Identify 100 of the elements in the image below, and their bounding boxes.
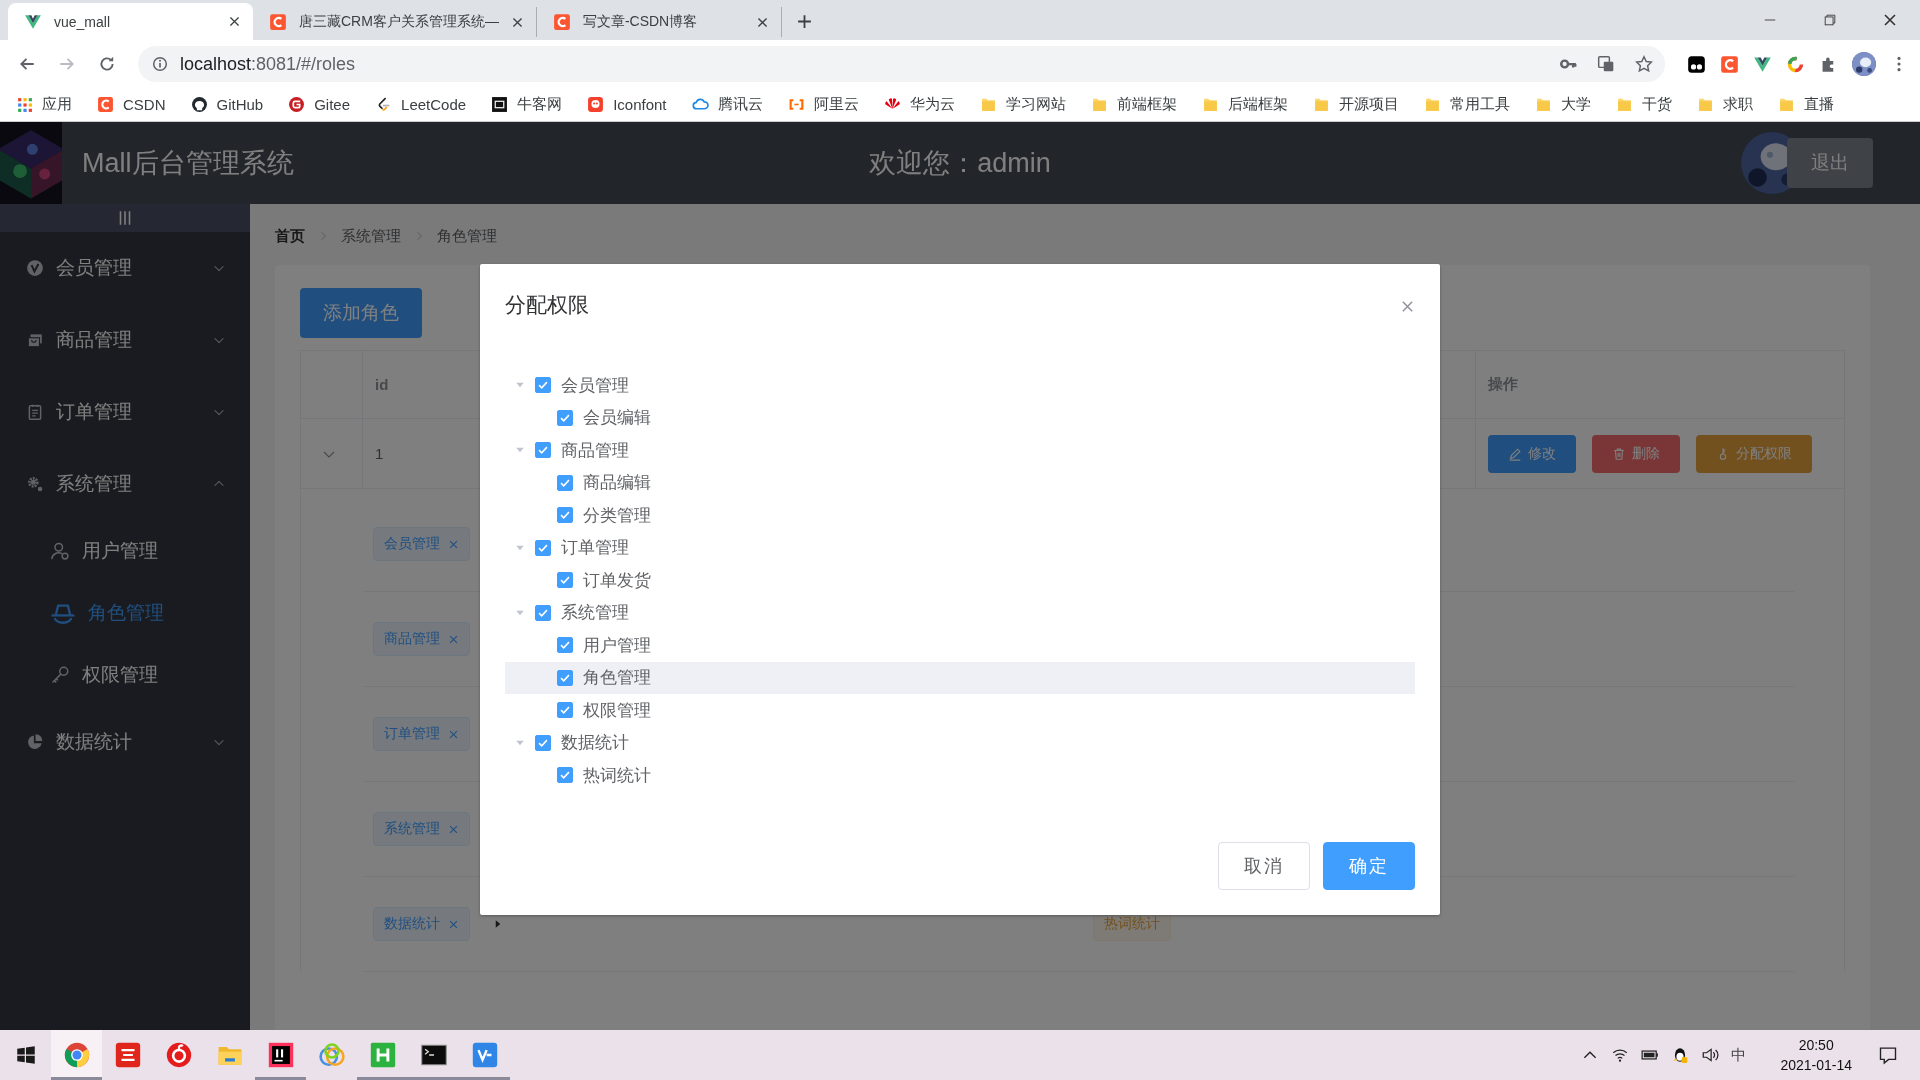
checkbox[interactable] xyxy=(535,734,551,751)
menu-item[interactable]: 系统管理 xyxy=(0,448,250,520)
tree-node[interactable]: 分类管理 xyxy=(505,499,1415,532)
browser-icon xyxy=(63,1042,90,1068)
volume-icon[interactable] xyxy=(1701,1046,1720,1064)
welcome-text: 欢迎您：admin xyxy=(869,147,1051,180)
pencil-icon xyxy=(1508,446,1522,461)
tab-title: 唐三藏CRM客户关系管理系统— xyxy=(299,13,499,31)
checkbox[interactable] xyxy=(557,409,573,426)
bookmark[interactable]: 学习网站 xyxy=(979,95,1066,114)
bookmark[interactable]: Iconfont xyxy=(587,96,667,113)
new-tab-icon[interactable] xyxy=(795,13,813,30)
checkbox[interactable] xyxy=(535,604,551,621)
site-icon xyxy=(787,96,805,113)
bookmark[interactable]: 腾讯云 xyxy=(691,95,763,114)
bookmark[interactable]: 常用工具 xyxy=(1423,95,1510,114)
menu-item[interactable]: 订单管理 xyxy=(0,376,250,448)
bookmark[interactable]: 后端框架 xyxy=(1201,95,1288,114)
folder-icon xyxy=(1201,96,1219,113)
tree-node[interactable]: 热词统计 xyxy=(505,759,1415,792)
breadcrumb-link[interactable]: 首页 xyxy=(275,226,305,246)
bookmark[interactable]: 求职 xyxy=(1696,95,1753,114)
notification-icon[interactable] xyxy=(1878,1045,1898,1065)
tree-node[interactable]: 订单发货 xyxy=(505,564,1415,597)
site-icon xyxy=(97,96,114,113)
bookmark[interactable]: 开源项目 xyxy=(1312,95,1399,114)
bookmark[interactable]: 前端框架 xyxy=(1090,95,1177,114)
bookmark[interactable]: 牛客网 xyxy=(491,95,563,114)
bookmark[interactable]: GitHub xyxy=(190,96,264,113)
music-icon xyxy=(165,1042,192,1068)
tree-node[interactable]: 数据统计 xyxy=(505,726,1415,759)
check-circle-icon xyxy=(26,259,44,277)
ring-icon[interactable] xyxy=(1786,54,1805,74)
checkbox[interactable] xyxy=(557,572,573,589)
clipboard-icon xyxy=(26,403,44,421)
menu-item[interactable]: 会员管理 xyxy=(0,232,250,304)
user-icon xyxy=(50,541,70,561)
bookmark[interactable]: 干货 xyxy=(1615,95,1672,114)
tree-node[interactable]: 系统管理 xyxy=(505,596,1415,629)
bookmark[interactable]: 阿里云 xyxy=(787,95,859,114)
bookmark[interactable]: CSDN xyxy=(97,96,166,113)
extension-icon[interactable] xyxy=(1687,54,1706,74)
close-icon[interactable] xyxy=(228,15,241,28)
checkbox[interactable] xyxy=(557,669,573,686)
bookmark[interactable]: 应用 xyxy=(16,95,72,114)
breadcrumb-item: 角色管理 xyxy=(437,226,497,246)
bookmark[interactable]: 华为云 xyxy=(883,95,955,114)
checkbox[interactable] xyxy=(557,637,573,654)
browser-tab[interactable]: vue_mall xyxy=(8,3,253,40)
checkbox[interactable] xyxy=(535,377,551,394)
folder-icon xyxy=(1312,96,1330,113)
checkbox[interactable] xyxy=(557,702,573,719)
penguin-icon[interactable] xyxy=(1671,1046,1690,1064)
ide-icon xyxy=(267,1042,294,1068)
reload-icon[interactable] xyxy=(98,55,116,73)
dictionary-icon xyxy=(114,1042,141,1068)
star-icon[interactable] xyxy=(1635,55,1653,73)
bookmark[interactable]: 大学 xyxy=(1534,95,1591,114)
tree-node[interactable]: 角色管理 xyxy=(505,661,1415,694)
clock-date[interactable]: 2021-01-14 xyxy=(1780,1055,1852,1075)
folder-icon xyxy=(1423,96,1441,113)
clock-time[interactable]: 20:50 xyxy=(1798,1035,1834,1055)
c-logo-icon[interactable] xyxy=(1720,54,1739,74)
checkbox[interactable] xyxy=(535,539,551,556)
bag-icon xyxy=(26,331,44,349)
close-icon[interactable] xyxy=(510,15,524,29)
menu-item[interactable]: 商品管理 xyxy=(0,304,250,376)
checkbox[interactable] xyxy=(557,474,573,491)
tree-node[interactable]: 订单管理 xyxy=(505,531,1415,564)
bookmark[interactable]: LeetCode xyxy=(375,96,467,113)
editor-icon xyxy=(369,1042,396,1068)
site-icon xyxy=(288,96,306,113)
address-bar[interactable]: localhost:8081/#/roles xyxy=(138,46,1665,82)
submenu-item[interactable]: 用户管理 xyxy=(0,520,250,582)
browser-tab[interactable]: 唐三藏CRM客户关系管理系统— xyxy=(253,7,537,37)
site-icon xyxy=(491,96,509,113)
checkbox[interactable] xyxy=(535,442,551,459)
app-icon xyxy=(471,1042,498,1068)
checkbox[interactable] xyxy=(557,767,573,784)
bookmark[interactable]: Gitee xyxy=(288,96,351,113)
menu-item[interactable]: 数据统计 xyxy=(0,706,250,778)
close-icon[interactable] xyxy=(755,15,769,29)
gear-icon xyxy=(26,475,44,493)
tree-node[interactable]: 权限管理 xyxy=(505,694,1415,727)
info-icon[interactable] xyxy=(152,56,168,72)
pie-chart-icon xyxy=(26,733,44,751)
rings-icon xyxy=(318,1042,345,1068)
cancel-button[interactable]: 取消 xyxy=(1218,842,1310,890)
folder-icon xyxy=(1615,96,1633,113)
start-icon[interactable] xyxy=(15,1045,36,1065)
tree-node[interactable]: 用户管理 xyxy=(505,629,1415,662)
input-method[interactable]: 中 xyxy=(1731,1045,1747,1065)
v-logo-icon[interactable] xyxy=(1753,54,1772,74)
checkbox[interactable] xyxy=(557,507,573,524)
submenu-item[interactable]: 权限管理 xyxy=(0,644,250,706)
browser-tab[interactable]: 写文章-CSDN博客 xyxy=(536,7,782,37)
translate-icon[interactable] xyxy=(1597,55,1615,73)
bookmark[interactable]: 直播 xyxy=(1777,95,1834,114)
dialog-title: 分配权限 xyxy=(505,292,589,318)
breadcrumb-item: 系统管理 xyxy=(341,226,401,246)
